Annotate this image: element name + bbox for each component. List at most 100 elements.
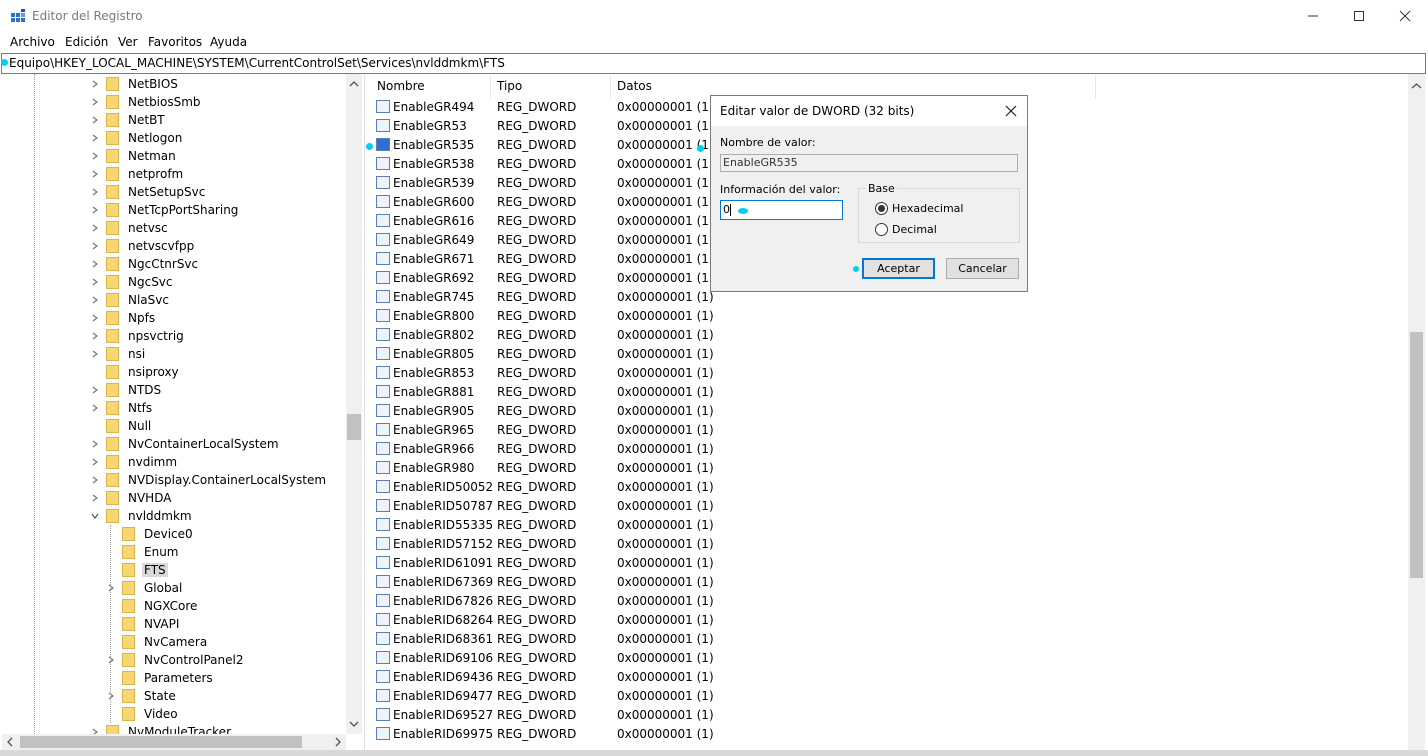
value-row[interactable]: EnableGR802 REG_DWORD 0x00000001 (1) xyxy=(369,326,1408,345)
value-row[interactable]: EnableRID55335 REG_DWORD 0x00000001 (1) xyxy=(369,516,1408,535)
scroll-right-icon[interactable] xyxy=(330,734,346,750)
chevron-right-icon[interactable] xyxy=(90,345,100,363)
decimal-label[interactable]: Decimal xyxy=(892,223,937,236)
value-row[interactable]: EnableGR980 REG_DWORD 0x00000001 (1) xyxy=(369,459,1408,478)
tree-item[interactable]: NgcCtnrSvc xyxy=(90,255,200,273)
chevron-right-icon[interactable] xyxy=(90,237,100,255)
tree-item[interactable]: netvscvfpp xyxy=(90,237,196,255)
tree-item[interactable]: NetBIOS xyxy=(90,75,180,93)
chevron-right-icon[interactable] xyxy=(90,471,100,489)
tree-item[interactable]: nvlddmkm xyxy=(90,507,194,525)
chevron-right-icon[interactable] xyxy=(90,273,100,291)
value-row[interactable]: EnableRID50787 REG_DWORD 0x00000001 (1) xyxy=(369,497,1408,516)
hexadecimal-label[interactable]: Hexadecimal xyxy=(892,202,963,215)
chevron-right-icon[interactable] xyxy=(106,687,116,705)
cancel-button[interactable]: Cancelar xyxy=(946,258,1019,279)
address-bar[interactable]: Equipo\HKEY_LOCAL_MACHINE\SYSTEM\Current… xyxy=(1,53,1426,74)
value-row[interactable]: EnableRID69477 REG_DWORD 0x00000001 (1) xyxy=(369,687,1408,706)
tree-item[interactable]: NTDS xyxy=(90,381,163,399)
value-row[interactable]: EnableGR966 REG_DWORD 0x00000001 (1) xyxy=(369,440,1408,459)
tree-item[interactable]: NlaSvc xyxy=(90,291,171,309)
menu-favoritos[interactable]: Favoritos xyxy=(148,35,202,49)
chevron-right-icon[interactable] xyxy=(106,651,116,669)
tree-item[interactable]: NGXCore xyxy=(106,597,199,615)
tree-item[interactable]: NvControlPanel2 xyxy=(106,651,245,669)
value-row[interactable]: EnableGR905 REG_DWORD 0x00000001 (1) xyxy=(369,402,1408,421)
chevron-right-icon[interactable] xyxy=(90,309,100,327)
key-tree[interactable]: NetBIOS NetbiosSmb NetBT Netlogon Netman netp… xyxy=(2,74,362,734)
chevron-down-icon[interactable] xyxy=(90,507,100,525)
chevron-right-icon[interactable] xyxy=(90,489,100,507)
tree-item[interactable]: nsiproxy xyxy=(90,363,181,381)
value-row[interactable]: EnableGR881 REG_DWORD 0x00000001 (1) xyxy=(369,383,1408,402)
chevron-right-icon[interactable] xyxy=(106,579,116,597)
column-header-data[interactable]: Datos xyxy=(617,79,652,93)
tree-item[interactable]: Npfs xyxy=(90,309,157,327)
hexadecimal-radio[interactable] xyxy=(875,202,888,215)
value-row[interactable]: EnableGR853 REG_DWORD 0x00000001 (1) xyxy=(369,364,1408,383)
tree-item[interactable]: NVHDA xyxy=(90,489,173,507)
column-divider[interactable] xyxy=(490,76,491,98)
chevron-right-icon[interactable] xyxy=(90,435,100,453)
value-row[interactable]: EnableRID61091 REG_DWORD 0x00000001 (1) xyxy=(369,554,1408,573)
column-divider[interactable] xyxy=(610,76,611,98)
tree-item[interactable]: Enum xyxy=(106,543,180,561)
tree-item[interactable]: Global xyxy=(106,579,184,597)
tree-item[interactable]: Netman xyxy=(90,147,178,165)
tree-item[interactable]: npsvctrig xyxy=(90,327,186,345)
tree-item[interactable]: NvCamera xyxy=(106,633,209,651)
tree-item[interactable]: FTS xyxy=(106,561,168,579)
tree-item[interactable]: nvdimm xyxy=(90,453,179,471)
value-row[interactable]: EnableRID69106 REG_DWORD 0x00000001 (1) xyxy=(369,649,1408,668)
tree-item[interactable]: Ntfs xyxy=(90,399,154,417)
tree-scroll-thumb[interactable] xyxy=(347,414,361,440)
tree-item[interactable]: NetTcpPortSharing xyxy=(90,201,240,219)
tree-item[interactable]: netvsc xyxy=(90,219,170,237)
tree-item[interactable]: NVAPI xyxy=(106,615,181,633)
dialog-close-button[interactable] xyxy=(1001,101,1021,121)
chevron-right-icon[interactable] xyxy=(90,111,100,129)
tree-item[interactable]: NetSetupSvc xyxy=(90,183,207,201)
chevron-right-icon[interactable] xyxy=(90,291,100,309)
tree-item[interactable]: Parameters xyxy=(106,669,215,687)
value-row[interactable]: EnableGR800 REG_DWORD 0x00000001 (1) xyxy=(369,307,1408,326)
decimal-radio[interactable] xyxy=(875,223,888,236)
tree-item[interactable]: Null xyxy=(90,417,153,435)
close-button[interactable] xyxy=(1382,0,1428,32)
scroll-left-icon[interactable] xyxy=(2,734,18,750)
chevron-right-icon[interactable] xyxy=(90,327,100,345)
chevron-right-icon[interactable] xyxy=(90,147,100,165)
value-row[interactable]: EnableRID68361 REG_DWORD 0x00000001 (1) xyxy=(369,630,1408,649)
tree-item[interactable]: netprofm xyxy=(90,165,185,183)
menu-archivo[interactable]: Archivo xyxy=(10,35,55,49)
tree-item[interactable]: Video xyxy=(106,705,180,723)
value-row[interactable]: EnableRID68264 REG_DWORD 0x00000001 (1) xyxy=(369,611,1408,630)
value-row[interactable]: EnableRID69975 REG_DWORD 0x00000001 (1) xyxy=(369,725,1408,744)
column-header-type[interactable]: Tipo xyxy=(497,79,522,93)
list-vertical-scrollbar[interactable] xyxy=(1408,74,1425,750)
tree-item[interactable]: State xyxy=(106,687,178,705)
chevron-right-icon[interactable] xyxy=(90,453,100,471)
value-row[interactable]: EnableGR965 REG_DWORD 0x00000001 (1) xyxy=(369,421,1408,440)
maximize-button[interactable] xyxy=(1336,0,1382,32)
scroll-up-icon[interactable] xyxy=(1408,78,1425,94)
chevron-right-icon[interactable] xyxy=(90,381,100,399)
tree-item[interactable]: NetBT xyxy=(90,111,167,129)
tree-item[interactable]: Netlogon xyxy=(90,129,184,147)
value-row[interactable]: EnableRID67369 REG_DWORD 0x00000001 (1) xyxy=(369,573,1408,592)
chevron-right-icon[interactable] xyxy=(90,723,100,734)
tree-item[interactable]: Device0 xyxy=(106,525,195,543)
chevron-right-icon[interactable] xyxy=(90,183,100,201)
tree-item[interactable]: NVDisplay.ContainerLocalSystem xyxy=(90,471,328,489)
tree-item[interactable]: NvContainerLocalSystem xyxy=(90,435,281,453)
value-row[interactable]: EnableRID69436 REG_DWORD 0x00000001 (1) xyxy=(369,668,1408,687)
tree-item[interactable]: nsi xyxy=(90,345,147,363)
scroll-down-icon[interactable] xyxy=(346,716,362,732)
tree-item[interactable]: NvModuleTracker xyxy=(90,723,233,734)
minimize-button[interactable] xyxy=(1290,0,1336,32)
menu-edicion[interactable]: Edición xyxy=(65,35,108,49)
value-row[interactable]: EnableRID50052 REG_DWORD 0x00000001 (1) xyxy=(369,478,1408,497)
chevron-right-icon[interactable] xyxy=(90,93,100,111)
chevron-right-icon[interactable] xyxy=(90,75,100,93)
chevron-right-icon[interactable] xyxy=(90,255,100,273)
